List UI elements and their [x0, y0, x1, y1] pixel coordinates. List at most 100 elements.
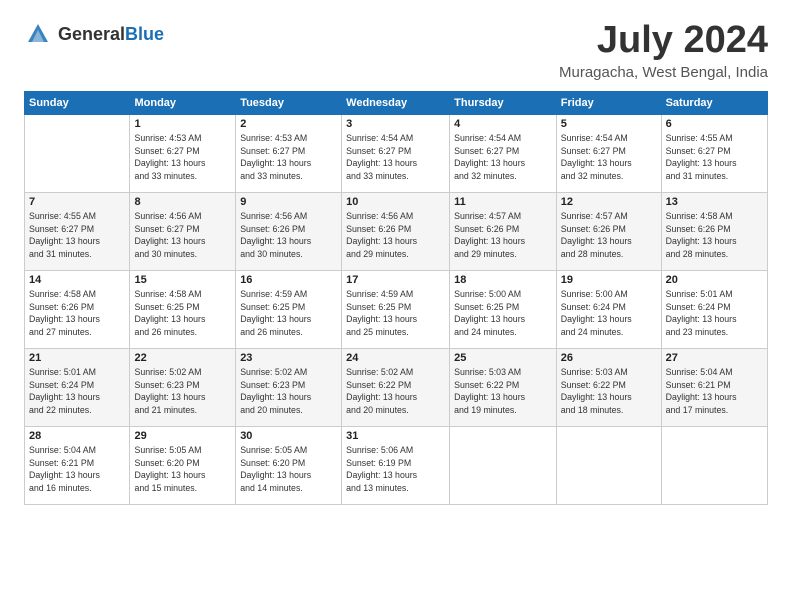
day-cell: 23 Sunrise: 5:02 AM Sunset: 6:23 PM Dayli…	[236, 348, 342, 426]
day-cell: 6 Sunrise: 4:55 AM Sunset: 6:27 PM Daylig…	[661, 114, 767, 192]
day-cell: 1Sunrise: 4:53 AM Sunset: 6:27 PM Daylig…	[130, 114, 236, 192]
day-cell: 24Sunrise: 5:02 AM Sunset: 6:22 PM Dayli…	[342, 348, 450, 426]
day-cell: 17 Sunrise: 4:59 AM Sunset: 6:25 PM Dayli…	[342, 270, 450, 348]
day-info: Sunrise: 4:58 AM Sunset: 6:26 PM Dayligh…	[666, 210, 763, 261]
logo-blue: Blue	[125, 24, 164, 44]
day-info: Sunrise: 4:59 AM Sunset: 6:25 PM Dayligh…	[346, 288, 445, 339]
day-cell: 10Sunrise: 4:56 AM Sunset: 6:26 PM Dayli…	[342, 192, 450, 270]
day-info: Sunrise: 5:05 AM Sunset: 6:20 PM Dayligh…	[134, 444, 231, 495]
day-cell: 28 Sunrise: 5:04 AM Sunset: 6:21 PM Dayli…	[25, 426, 130, 504]
location-title: Muragacha, West Bengal, India	[559, 64, 768, 81]
day-cell: 3Sunrise: 4:54 AM Sunset: 6:27 PM Daylig…	[342, 114, 450, 192]
week-row-4: 21 Sunrise: 5:01 AM Sunset: 6:24 PM Dayli…	[25, 348, 768, 426]
day-number: 29	[134, 430, 231, 442]
day-info: Sunrise: 5:01 AM Sunset: 6:24 PM Dayligh…	[666, 288, 763, 339]
header: GeneralBlue July 2024 Muragacha, West Be…	[24, 20, 768, 81]
day-info: Sunrise: 4:54 AM Sunset: 6:27 PM Dayligh…	[454, 132, 552, 183]
day-number: 8	[134, 196, 231, 208]
day-number: 2	[240, 118, 337, 130]
header-cell-friday: Friday	[556, 91, 661, 114]
day-cell: 14 Sunrise: 4:58 AM Sunset: 6:26 PM Dayli…	[25, 270, 130, 348]
day-cell: 4Sunrise: 4:54 AM Sunset: 6:27 PM Daylig…	[450, 114, 557, 192]
day-cell: 27 Sunrise: 5:04 AM Sunset: 6:21 PM Dayli…	[661, 348, 767, 426]
day-info: Sunrise: 4:53 AM Sunset: 6:27 PM Dayligh…	[134, 132, 231, 183]
calendar-page: GeneralBlue July 2024 Muragacha, West Be…	[0, 0, 792, 612]
logo-general: General	[58, 24, 125, 44]
day-info: Sunrise: 5:00 AM Sunset: 6:24 PM Dayligh…	[561, 288, 657, 339]
logo-icon	[24, 20, 52, 48]
day-number: 28	[29, 430, 125, 442]
logo-text: GeneralBlue	[58, 24, 164, 45]
day-info: Sunrise: 5:04 AM Sunset: 6:21 PM Dayligh…	[666, 366, 763, 417]
day-number: 14	[29, 274, 125, 286]
day-number: 23	[240, 352, 337, 364]
day-cell: 31Sunrise: 5:06 AM Sunset: 6:19 PM Dayli…	[342, 426, 450, 504]
header-cell-thursday: Thursday	[450, 91, 557, 114]
day-cell: 16 Sunrise: 4:59 AM Sunset: 6:25 PM Dayli…	[236, 270, 342, 348]
day-number: 26	[561, 352, 657, 364]
day-cell: 9Sunrise: 4:56 AM Sunset: 6:26 PM Daylig…	[236, 192, 342, 270]
day-info: Sunrise: 4:54 AM Sunset: 6:27 PM Dayligh…	[346, 132, 445, 183]
day-number: 6	[666, 118, 763, 130]
day-cell	[450, 426, 557, 504]
week-row-1: 1Sunrise: 4:53 AM Sunset: 6:27 PM Daylig…	[25, 114, 768, 192]
day-number: 27	[666, 352, 763, 364]
day-number: 13	[666, 196, 763, 208]
day-info: Sunrise: 4:59 AM Sunset: 6:25 PM Dayligh…	[240, 288, 337, 339]
day-number: 18	[454, 274, 552, 286]
day-cell: 20 Sunrise: 5:01 AM Sunset: 6:24 PM Dayli…	[661, 270, 767, 348]
day-number: 17	[346, 274, 445, 286]
day-info: Sunrise: 4:58 AM Sunset: 6:25 PM Dayligh…	[134, 288, 231, 339]
day-info: Sunrise: 4:58 AM Sunset: 6:26 PM Dayligh…	[29, 288, 125, 339]
day-cell: 8 Sunrise: 4:56 AM Sunset: 6:27 PM Daylig…	[130, 192, 236, 270]
title-block: July 2024 Muragacha, West Bengal, India	[559, 20, 768, 81]
day-cell: 22 Sunrise: 5:02 AM Sunset: 6:23 PM Dayli…	[130, 348, 236, 426]
day-cell: 25Sunrise: 5:03 AM Sunset: 6:22 PM Dayli…	[450, 348, 557, 426]
week-row-2: 7Sunrise: 4:55 AM Sunset: 6:27 PM Daylig…	[25, 192, 768, 270]
day-cell: 11Sunrise: 4:57 AM Sunset: 6:26 PM Dayli…	[450, 192, 557, 270]
day-info: Sunrise: 5:03 AM Sunset: 6:22 PM Dayligh…	[561, 366, 657, 417]
day-info: Sunrise: 5:03 AM Sunset: 6:22 PM Dayligh…	[454, 366, 552, 417]
day-cell: 15Sunrise: 4:58 AM Sunset: 6:25 PM Dayli…	[130, 270, 236, 348]
day-number: 21	[29, 352, 125, 364]
logo: GeneralBlue	[24, 20, 164, 48]
day-info: Sunrise: 5:02 AM Sunset: 6:23 PM Dayligh…	[134, 366, 231, 417]
day-number: 16	[240, 274, 337, 286]
day-number: 19	[561, 274, 657, 286]
header-cell-monday: Monday	[130, 91, 236, 114]
day-cell: 19 Sunrise: 5:00 AM Sunset: 6:24 PM Dayli…	[556, 270, 661, 348]
day-number: 20	[666, 274, 763, 286]
day-number: 24	[346, 352, 445, 364]
day-cell	[25, 114, 130, 192]
week-row-5: 28 Sunrise: 5:04 AM Sunset: 6:21 PM Dayli…	[25, 426, 768, 504]
header-cell-tuesday: Tuesday	[236, 91, 342, 114]
day-cell: 18Sunrise: 5:00 AM Sunset: 6:25 PM Dayli…	[450, 270, 557, 348]
day-number: 9	[240, 196, 337, 208]
day-cell: 7Sunrise: 4:55 AM Sunset: 6:27 PM Daylig…	[25, 192, 130, 270]
day-info: Sunrise: 4:55 AM Sunset: 6:27 PM Dayligh…	[666, 132, 763, 183]
day-info: Sunrise: 5:04 AM Sunset: 6:21 PM Dayligh…	[29, 444, 125, 495]
header-cell-wednesday: Wednesday	[342, 91, 450, 114]
day-info: Sunrise: 5:01 AM Sunset: 6:24 PM Dayligh…	[29, 366, 125, 417]
day-cell: 30 Sunrise: 5:05 AM Sunset: 6:20 PM Dayli…	[236, 426, 342, 504]
day-cell: 5Sunrise: 4:54 AM Sunset: 6:27 PM Daylig…	[556, 114, 661, 192]
day-number: 12	[561, 196, 657, 208]
month-title: July 2024	[559, 20, 768, 62]
day-info: Sunrise: 4:56 AM Sunset: 6:27 PM Dayligh…	[134, 210, 231, 261]
day-cell: 13 Sunrise: 4:58 AM Sunset: 6:26 PM Dayli…	[661, 192, 767, 270]
day-number: 5	[561, 118, 657, 130]
day-cell	[556, 426, 661, 504]
day-number: 30	[240, 430, 337, 442]
day-cell: 12Sunrise: 4:57 AM Sunset: 6:26 PM Dayli…	[556, 192, 661, 270]
day-number: 11	[454, 196, 552, 208]
day-cell	[661, 426, 767, 504]
day-number: 31	[346, 430, 445, 442]
day-info: Sunrise: 5:02 AM Sunset: 6:23 PM Dayligh…	[240, 366, 337, 417]
day-info: Sunrise: 4:55 AM Sunset: 6:27 PM Dayligh…	[29, 210, 125, 261]
day-cell: 21 Sunrise: 5:01 AM Sunset: 6:24 PM Dayli…	[25, 348, 130, 426]
header-cell-sunday: Sunday	[25, 91, 130, 114]
calendar-table: SundayMondayTuesdayWednesdayThursdayFrid…	[24, 91, 768, 505]
day-number: 22	[134, 352, 231, 364]
day-info: Sunrise: 5:05 AM Sunset: 6:20 PM Dayligh…	[240, 444, 337, 495]
week-row-3: 14 Sunrise: 4:58 AM Sunset: 6:26 PM Dayli…	[25, 270, 768, 348]
